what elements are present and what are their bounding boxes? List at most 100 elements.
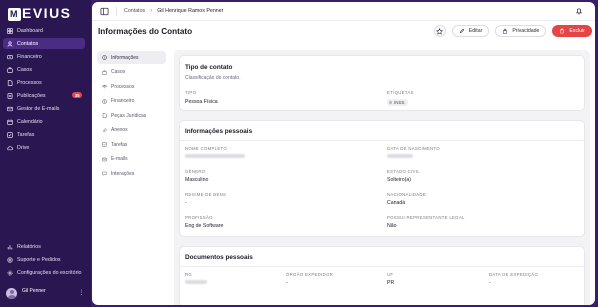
privacy-label: Privacidade: [512, 28, 540, 34]
delete-label: Excluir: [569, 28, 585, 34]
tab-processos[interactable]: Processos: [97, 80, 166, 93]
sidebar-item-label: Publicações: [17, 92, 46, 99]
sidebar-item-label: Processos: [17, 79, 42, 86]
delete-button[interactable]: Excluir: [552, 25, 592, 37]
breadcrumb-contatos[interactable]: Contatos: [124, 8, 145, 14]
sidebar-item-label: Gestor de E-mails: [17, 105, 60, 112]
tab-casos[interactable]: Casos: [97, 66, 166, 79]
main-panel: Contatos › Gil Henrique Ramos Penner Inf…: [92, 2, 595, 305]
processes-icon: [7, 79, 13, 86]
tab-interacoes[interactable]: Interações: [97, 167, 166, 180]
sidebar-item-casos[interactable]: Casos: [3, 64, 85, 75]
tab-label: Processos: [111, 83, 135, 90]
publications-icon: [7, 92, 13, 99]
sidebar-toggle-icon[interactable]: [100, 7, 109, 16]
card-title: Tipo de contato: [185, 64, 233, 71]
app-logo[interactable]: M EVIUS: [8, 5, 72, 21]
publications-count-badge: 35: [72, 92, 82, 98]
card-title: Informações pessoais: [185, 128, 253, 135]
gender-value: Masculino: [185, 177, 209, 183]
tag-dot: [389, 101, 392, 104]
sidebar-item-financeiro[interactable]: Financeiro: [3, 51, 85, 62]
field-label: Nacionalidade: [387, 192, 426, 197]
tab-informacoes[interactable]: Informações: [97, 51, 166, 64]
uf-value: PR: [387, 280, 395, 286]
tab-anexos[interactable]: Anexos: [97, 124, 166, 137]
sidebar-item-label: Drive: [17, 144, 30, 151]
calendar-icon: [7, 119, 13, 125]
sidebar-item-configuracoes[interactable]: Configurações do escritório: [3, 267, 85, 278]
field-label: Órgão expedidor: [286, 272, 333, 277]
sidebar-item-tarefas[interactable]: Tarefas: [3, 129, 85, 140]
briefcase-icon: [102, 70, 107, 75]
trash-icon: [560, 28, 565, 34]
tab-tarefas[interactable]: Tarefas: [97, 138, 166, 151]
tag-label: INSS: [394, 100, 405, 105]
chevron-right-icon: ›: [150, 8, 153, 14]
field-label: Data de expedição: [489, 272, 539, 277]
field-label: Tipo: [185, 90, 197, 95]
field-label: RG: [185, 272, 193, 277]
sidebar-item-calendario[interactable]: Calendário: [3, 116, 85, 127]
issuer-value: -: [286, 280, 288, 286]
sidebar-item-suporte[interactable]: Suporte e Pedidos: [3, 254, 85, 265]
issue-date-value: -: [489, 280, 491, 286]
field-label: Regime de bens: [185, 192, 227, 197]
chat-icon: [102, 171, 107, 176]
sidebar-item-dashboard[interactable]: Dashboard: [3, 25, 85, 36]
user-menu-icon[interactable]: ⋮: [79, 289, 85, 296]
tab-financeiro[interactable]: Financeiro: [97, 95, 166, 108]
lock-icon: [503, 28, 508, 34]
pencil-icon: [459, 28, 464, 34]
sidebar-item-drive[interactable]: Drive: [3, 142, 85, 153]
redacted-full-name: [185, 154, 245, 158]
divider: [116, 6, 117, 16]
content-area: Tipo de contato Classificação do contato…: [174, 50, 590, 305]
privacy-button[interactable]: Privacidade: [495, 25, 547, 37]
documents-card: Documentos pessoais RG Órgão expedidor -…: [179, 246, 585, 305]
field-label: Possui representante legal: [387, 215, 465, 220]
sidebar: M EVIUS Dashboard Contatos Financeiro Cas…: [0, 0, 91, 307]
edit-button[interactable]: Editar: [451, 25, 490, 37]
sidebar-item-gestor-emails[interactable]: Gestor de E-mails: [3, 103, 85, 114]
sidebar-item-publicacoes[interactable]: Publicações 35: [3, 90, 85, 101]
user-name: Gil Penner: [22, 288, 46, 294]
card-title: Documentos pessoais: [185, 254, 253, 261]
tab-label: Peças Jurídicas: [111, 112, 147, 119]
divider: [180, 266, 584, 267]
tab-label: E-mails: [111, 156, 128, 162]
legal-representative-value: Não: [387, 223, 397, 229]
tab-label: Anexos: [111, 127, 128, 133]
mail-icon: [7, 106, 13, 112]
logo-mark: M: [8, 8, 21, 21]
redacted-birth-date: [387, 154, 413, 158]
bell-icon[interactable]: [575, 7, 583, 15]
sidebar-item-relatorios[interactable]: Relatórios: [3, 241, 85, 252]
sidebar-item-label: Relatórios: [17, 243, 41, 250]
tab-label: Casos: [111, 69, 126, 75]
favorite-button[interactable]: [433, 25, 446, 37]
breadcrumb-current: Gil Henrique Ramos Penner: [157, 8, 224, 14]
field-label: Profissão: [185, 215, 213, 220]
star-icon: [436, 27, 444, 35]
field-label: UF: [387, 272, 394, 277]
contact-type-value: Pessoa Física: [185, 99, 218, 105]
document-icon: [102, 113, 107, 118]
field-label: Etiquetas: [387, 90, 414, 95]
tab-pecas-juridicas[interactable]: Peças Jurídicas: [97, 109, 166, 122]
scale-icon: [102, 84, 107, 89]
sidebar-item-label: Tarefas: [17, 131, 35, 138]
nationality-value: Canadá: [387, 200, 406, 206]
user-profile[interactable]: Gil Penner ⋮: [4, 283, 86, 303]
sidebar-item-label: Contatos: [17, 40, 39, 47]
sidebar-item-contatos[interactable]: Contatos: [3, 38, 85, 49]
mail-icon: [102, 157, 107, 161]
tab-emails[interactable]: E-mails: [97, 153, 166, 166]
sidebar-item-label: Configurações do escritório: [17, 269, 82, 276]
property-regime-value: -: [185, 200, 187, 206]
sidebar-item-processos[interactable]: Processos: [3, 77, 85, 88]
page-title: Informações do Contato: [98, 27, 193, 36]
dollar-icon: [102, 98, 107, 104]
field-label: Data de nascimento: [387, 146, 440, 151]
contact-tabs: Informações Casos Processos Financeiro P…: [97, 51, 166, 182]
